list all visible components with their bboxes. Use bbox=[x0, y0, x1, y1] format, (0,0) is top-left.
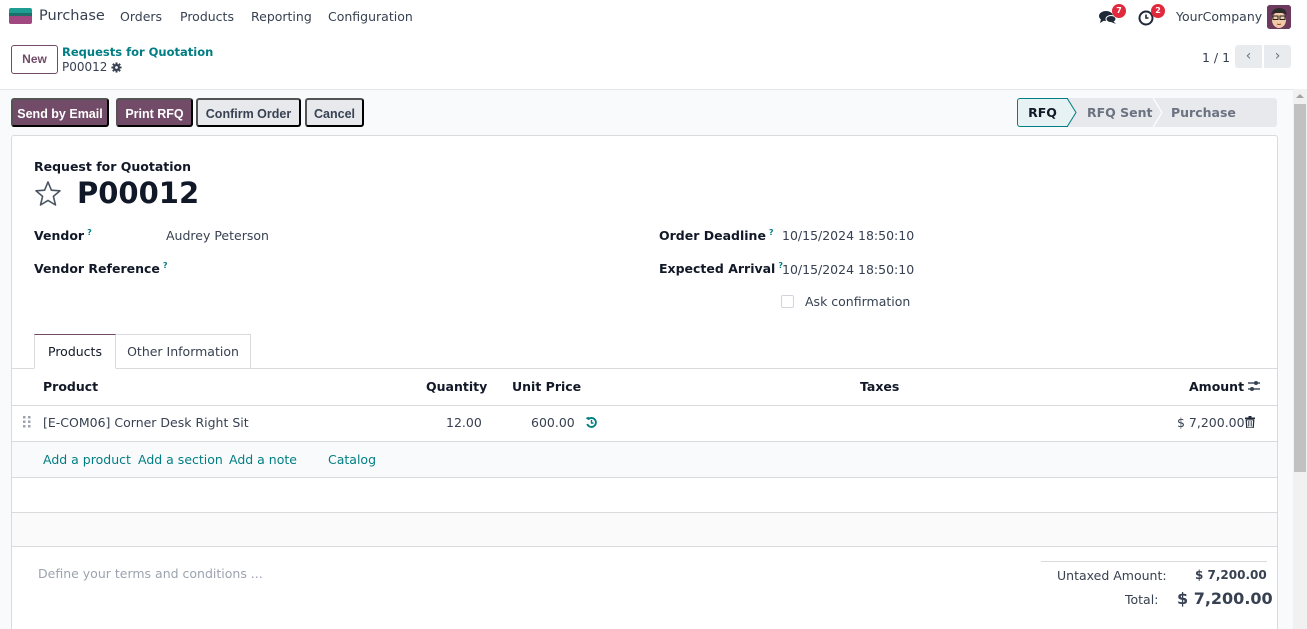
cell-unit-price[interactable]: 600.00 bbox=[531, 415, 575, 430]
menu-configuration[interactable]: Configuration bbox=[328, 9, 413, 24]
vertical-scrollbar[interactable] bbox=[1293, 89, 1307, 629]
breadcrumb-current: P00012 bbox=[62, 60, 122, 74]
column-header-amount[interactable]: Amount bbox=[1189, 379, 1244, 394]
form-sheet bbox=[11, 135, 1278, 629]
stage-arrow-icon bbox=[1067, 98, 1077, 127]
top-navbar: Purchase Orders Products Reporting Confi… bbox=[0, 0, 1307, 33]
catalog-link[interactable]: Catalog bbox=[328, 452, 376, 467]
user-avatar[interactable] bbox=[1267, 5, 1291, 29]
status-bar: RFQ RFQ Sent Purchase Order bbox=[1017, 98, 1277, 149]
column-header-product[interactable]: Product bbox=[43, 379, 98, 394]
terms-and-conditions-field[interactable]: Define your terms and conditions ... bbox=[38, 566, 263, 581]
activities-badge: 2 bbox=[1151, 4, 1165, 18]
scroll-thumb[interactable] bbox=[1294, 104, 1306, 472]
purchase-app-icon[interactable] bbox=[9, 8, 32, 24]
untaxed-amount-label: Untaxed Amount: bbox=[1057, 568, 1167, 583]
help-tooltip-icon[interactable]: ? bbox=[769, 228, 774, 237]
add-section-link[interactable]: Add a section bbox=[138, 452, 223, 467]
total-value: $ 7,200.00 bbox=[1177, 589, 1273, 608]
new-button[interactable]: New bbox=[11, 45, 58, 74]
confirm-order-button[interactable]: Confirm Order bbox=[196, 98, 301, 127]
empty-row bbox=[12, 513, 1277, 546]
ask-confirmation-checkbox[interactable] bbox=[781, 295, 794, 308]
price-history-icon[interactable] bbox=[585, 416, 598, 429]
scroll-up-arrow-icon[interactable] bbox=[1296, 94, 1304, 98]
record-title: P00012 bbox=[77, 176, 200, 210]
optional-columns-toggle-icon[interactable] bbox=[1247, 380, 1261, 392]
stage-rfq[interactable]: RFQ bbox=[1017, 98, 1068, 127]
row-divider bbox=[12, 477, 1277, 478]
untaxed-amount-value: $ 7,200.00 bbox=[1195, 568, 1267, 582]
stage-purchase-order[interactable]: Purchase Order bbox=[1171, 98, 1277, 149]
add-note-link[interactable]: Add a note bbox=[229, 452, 297, 467]
favorite-star-icon[interactable] bbox=[34, 180, 62, 208]
totals-divider bbox=[1041, 561, 1267, 562]
messages-button[interactable]: 7 bbox=[1098, 4, 1126, 26]
messages-badge: 7 bbox=[1112, 4, 1126, 18]
add-product-link[interactable]: Add a product bbox=[43, 452, 131, 467]
form-subtitle: Request for Quotation bbox=[34, 159, 192, 174]
vendor-label: Vendor? bbox=[34, 228, 92, 244]
menu-products[interactable]: Products bbox=[180, 9, 234, 24]
cell-product[interactable]: [E-COM06] Corner Desk Right Sit bbox=[43, 415, 249, 430]
trash-icon[interactable] bbox=[1245, 416, 1255, 428]
breadcrumb-parent-link[interactable]: Requests for Quotation bbox=[62, 45, 213, 59]
stage-rfq-sent[interactable]: RFQ Sent bbox=[1087, 98, 1153, 127]
vendor-field[interactable]: Audrey Peterson bbox=[166, 228, 269, 243]
expected-arrival-field[interactable]: 10/15/2024 18:50:10 bbox=[782, 262, 914, 277]
chevron-left-icon: ‹ bbox=[1245, 48, 1252, 64]
help-tooltip-icon[interactable]: ? bbox=[87, 228, 92, 237]
pager-next-button[interactable]: › bbox=[1264, 45, 1291, 68]
pager-value[interactable]: 1 / 1 bbox=[1202, 50, 1230, 65]
tab-products[interactable]: Products bbox=[34, 334, 116, 369]
app-name[interactable]: Purchase bbox=[39, 8, 105, 24]
column-header-taxes[interactable]: Taxes bbox=[860, 379, 899, 394]
breadcrumb-current-label: P00012 bbox=[62, 60, 108, 74]
cell-amount: $ 7,200.00 bbox=[1177, 415, 1245, 430]
order-deadline-field[interactable]: 10/15/2024 18:50:10 bbox=[782, 228, 914, 243]
drag-handle-icon[interactable] bbox=[23, 416, 31, 428]
menu-reporting[interactable]: Reporting bbox=[251, 9, 312, 24]
stage-separator-icon bbox=[1153, 98, 1163, 127]
vendor-reference-field[interactable] bbox=[166, 261, 466, 277]
pager-previous-button[interactable]: ‹ bbox=[1235, 45, 1262, 68]
company-switcher[interactable]: YourCompany bbox=[1176, 9, 1262, 24]
total-label: Total: bbox=[1125, 592, 1159, 607]
column-header-unit-price[interactable]: Unit Price bbox=[512, 379, 581, 394]
send-by-email-button[interactable]: Send by Email bbox=[11, 98, 109, 127]
order-deadline-label: Order Deadline? bbox=[659, 228, 774, 244]
vendor-reference-label: Vendor Reference? bbox=[34, 261, 168, 277]
print-rfq-button[interactable]: Print RFQ bbox=[116, 98, 193, 127]
activities-button[interactable]: 2 bbox=[1137, 4, 1165, 26]
tab-other-information[interactable]: Other Information bbox=[115, 334, 251, 369]
expected-arrival-label: Expected Arrival? bbox=[659, 261, 783, 277]
cell-quantity[interactable]: 12.00 bbox=[446, 415, 482, 430]
row-divider bbox=[12, 546, 1277, 547]
chevron-right-icon: › bbox=[1274, 48, 1281, 64]
cancel-button[interactable]: Cancel bbox=[305, 98, 364, 127]
ask-confirmation-label[interactable]: Ask confirmation bbox=[805, 294, 910, 309]
menu-orders[interactable]: Orders bbox=[120, 9, 162, 24]
gear-icon[interactable] bbox=[111, 61, 122, 73]
header-divider bbox=[12, 405, 1277, 406]
column-header-quantity[interactable]: Quantity bbox=[426, 379, 487, 394]
